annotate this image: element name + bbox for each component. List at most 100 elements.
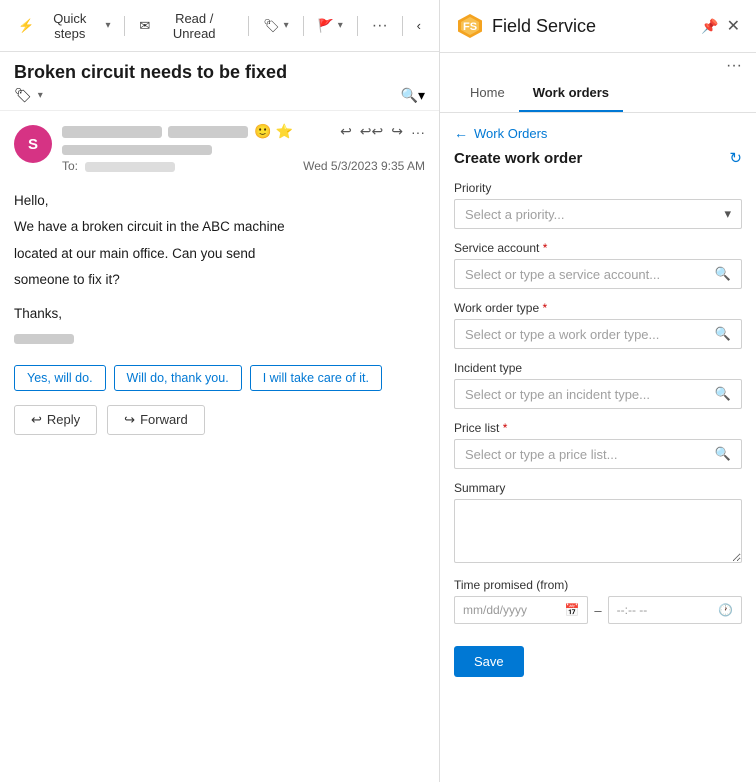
email-subject: Broken circuit needs to be fixed	[14, 62, 425, 83]
clock-icon: 🕐	[718, 603, 733, 617]
email-subject-bar: Broken circuit needs to be fixed 🏷 ▾ 🔍▾	[0, 52, 439, 111]
flag-button[interactable]: 🚩 ▾	[310, 14, 351, 38]
tab-work-orders[interactable]: Work orders	[519, 75, 623, 112]
quick-reply-1-button[interactable]: Yes, will do.	[14, 365, 106, 391]
close-icon[interactable]: ✕	[727, 16, 740, 36]
price-list-placeholder: Select or type a price list...	[465, 447, 715, 462]
collapse-button[interactable]: ‹	[409, 14, 429, 37]
forward-icon: ↪	[124, 412, 135, 428]
save-button[interactable]: Save	[454, 646, 524, 677]
more-email-icon[interactable]: ···	[411, 124, 425, 140]
time-promised-field: Time promised (from) mm/dd/yyyy 📅 – --:-…	[454, 578, 742, 624]
work-order-type-input[interactable]: Select or type a work order type... 🔍	[454, 319, 742, 349]
tab-home[interactable]: Home	[456, 75, 519, 112]
work-order-type-field: Work order type * Select or type a work …	[454, 301, 742, 349]
incident-type-input[interactable]: Select or type an incident type... 🔍	[454, 379, 742, 409]
reply-icon: ↩	[31, 412, 42, 428]
back-arrow-icon[interactable]: ←	[454, 125, 468, 141]
forward-inline-icon[interactable]: ↪	[391, 123, 403, 140]
email-thanks: Thanks,	[14, 304, 425, 324]
email-body-line3: someone to fix it?	[14, 270, 425, 290]
quick-reply-3-button[interactable]: I will take care of it.	[250, 365, 382, 391]
subject-chevron-icon: ▾	[38, 90, 43, 101]
sender-name-row: 🙂 ⭐ ↩ ↩↩ ↪ ···	[62, 123, 425, 140]
panel-scroll-wrapper[interactable]: ← Work Orders Create work order ↻ Priori…	[440, 113, 756, 782]
star-icon[interactable]: ⭐	[275, 123, 292, 140]
more-actions-button[interactable]: ···	[364, 13, 396, 39]
reply-button[interactable]: ↩ Reply	[14, 405, 97, 435]
reply-forward-row: ↩ Reply ↪ Forward	[14, 405, 425, 435]
priority-label: Priority	[454, 181, 742, 195]
calendar-icon: 📅	[564, 603, 579, 617]
service-account-required: *	[543, 241, 548, 255]
email-actions-row: 🏷 ▾ 🔍▾	[14, 87, 425, 104]
priority-placeholder: Select a priority...	[465, 207, 724, 222]
email-greeting: Hello,	[14, 191, 425, 211]
summary-textarea[interactable]	[454, 499, 742, 563]
quick-steps-button[interactable]: ⚡ Quick steps ▾	[10, 7, 118, 45]
email-meta: 🙂 ⭐ ↩ ↩↩ ↪ ··· To: Wed	[62, 123, 425, 173]
work-order-type-search-icon: 🔍	[715, 326, 731, 342]
work-order-type-label: Work order type *	[454, 301, 742, 315]
sender-name-blurred2	[168, 126, 248, 138]
refresh-icon[interactable]: ↻	[729, 149, 742, 167]
price-list-search-icon: 🔍	[715, 446, 731, 462]
time-date-placeholder: mm/dd/yyyy	[463, 603, 527, 617]
service-account-search-icon: 🔍	[715, 266, 731, 282]
reply-label: Reply	[47, 412, 80, 427]
read-unread-label: Read / Unread	[154, 11, 234, 41]
reply-inline-icon[interactable]: ↩	[340, 123, 352, 140]
recipient-blurred	[85, 162, 175, 172]
reply-all-icon[interactable]: ↩↩	[360, 123, 383, 140]
time-dash: –	[594, 603, 601, 618]
back-label[interactable]: Work Orders	[474, 126, 547, 141]
quick-steps-chevron-icon: ▾	[105, 20, 110, 31]
smile-icon[interactable]: 🙂	[254, 123, 271, 140]
forward-label: Forward	[140, 412, 188, 427]
incident-type-search-icon: 🔍	[715, 386, 731, 402]
tag-button[interactable]: 🏷 ▾	[255, 14, 297, 38]
email-signature: Thanks,	[14, 304, 425, 351]
service-account-field: Service account * Select or type a servi…	[454, 241, 742, 289]
work-order-type-placeholder: Select or type a work order type...	[465, 327, 715, 342]
panel-more-row: ···	[440, 53, 756, 75]
right-header-icons: 📌 ✕	[701, 16, 740, 36]
flag-icon: 🚩	[318, 18, 334, 34]
toolbar-divider-4	[357, 16, 358, 36]
sender-name-blurred	[62, 126, 162, 138]
right-header: FS Field Service 📌 ✕	[440, 0, 756, 53]
flag-chevron-icon: ▾	[338, 20, 343, 31]
email-panel: ⚡ Quick steps ▾ ✉ Read / Unread 🏷 ▾ 🚩 ▾ …	[0, 0, 440, 782]
create-work-order-title: Create work order	[454, 150, 582, 167]
quick-reply-2-button[interactable]: Will do, thank you.	[114, 365, 242, 391]
zoom-icon[interactable]: 🔍▾	[401, 87, 425, 104]
time-clock-placeholder: --:-- --	[617, 603, 648, 617]
read-unread-button[interactable]: ✉ Read / Unread	[131, 7, 242, 45]
toolbar-divider-5	[402, 16, 403, 36]
email-header: S 🙂 ⭐ ↩ ↩↩ ↪ ···	[14, 123, 425, 181]
forward-button[interactable]: ↪ Forward	[107, 405, 205, 435]
incident-type-label: Incident type	[454, 361, 742, 375]
priority-field: Priority Select a priority... ▾	[454, 181, 742, 229]
email-toolbar: ⚡ Quick steps ▾ ✉ Read / Unread 🏷 ▾ 🚩 ▾ …	[0, 0, 439, 52]
right-header-title: Field Service	[492, 16, 693, 37]
tag2-icon[interactable]: 🏷	[14, 87, 32, 104]
pin-icon[interactable]: 📌	[701, 18, 718, 35]
signature-blurred	[14, 334, 74, 344]
svg-text:FS: FS	[463, 21, 477, 33]
price-list-label: Price list *	[454, 421, 742, 435]
sender-avatar: S	[14, 125, 52, 163]
priority-chevron-icon: ▾	[724, 206, 731, 222]
summary-label: Summary	[454, 481, 742, 495]
time-date-input[interactable]: mm/dd/yyyy 📅	[454, 596, 588, 624]
service-account-input[interactable]: Select or type a service account... 🔍	[454, 259, 742, 289]
toolbar-divider-1	[124, 16, 125, 36]
time-clock-input[interactable]: --:-- -- 🕐	[608, 596, 742, 624]
panel-more-icon[interactable]: ···	[726, 57, 742, 75]
back-row: ← Work Orders	[454, 125, 742, 141]
priority-dropdown[interactable]: Select a priority... ▾	[454, 199, 742, 229]
more-icon: ···	[372, 17, 388, 35]
create-work-order-row: Create work order ↻	[454, 149, 742, 167]
price-list-input[interactable]: Select or type a price list... 🔍	[454, 439, 742, 469]
email-date: Wed 5/3/2023 9:35 AM	[303, 159, 425, 173]
